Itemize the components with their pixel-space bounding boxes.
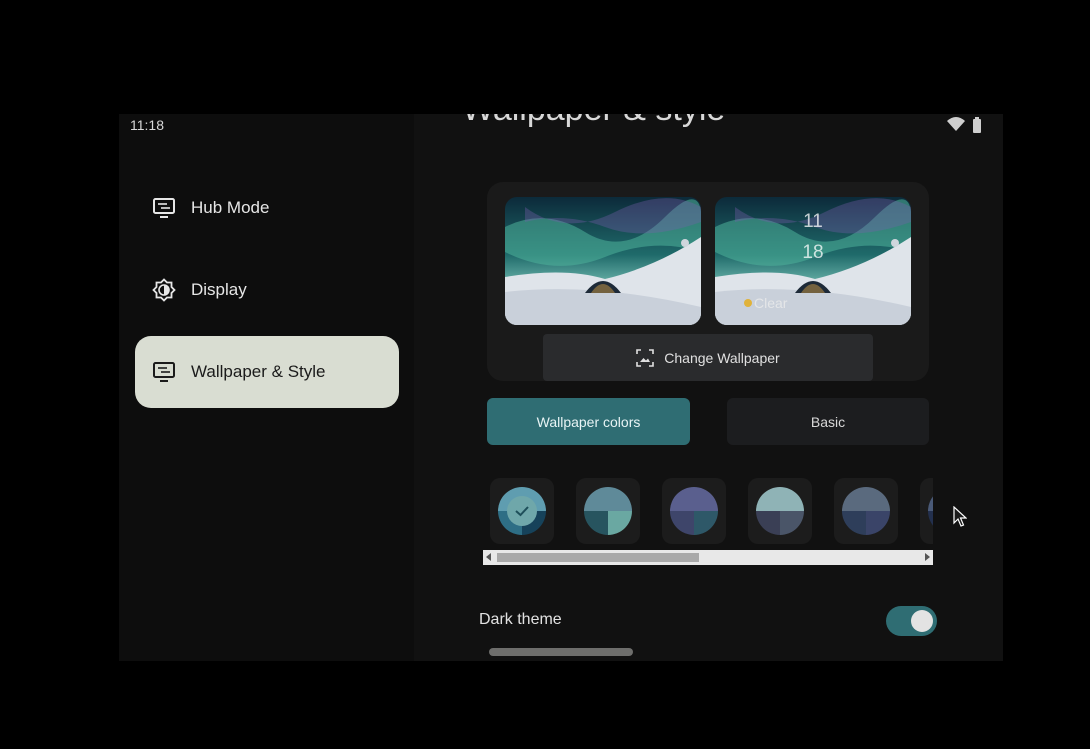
- color-option[interactable]: [834, 478, 898, 544]
- sidebar-item-wallpaper-style[interactable]: Wallpaper & Style: [135, 336, 399, 408]
- lock-screen-preview[interactable]: 11 18 Clear: [715, 197, 911, 325]
- color-swatch-icon: [928, 496, 933, 526]
- brightness-icon: [152, 278, 176, 302]
- color-option[interactable]: [748, 478, 812, 544]
- sidebar-item-label: Hub Mode: [191, 198, 270, 217]
- lock-clock-minute: 18: [802, 242, 824, 263]
- color-option[interactable]: [490, 478, 554, 544]
- color-option[interactable]: [662, 478, 726, 544]
- scrollbar-thumb[interactable]: [497, 553, 699, 562]
- dark-theme-label: Dark theme: [479, 611, 562, 628]
- wallpaper-preview-card: 11 18 Clear Change Wallpaper: [487, 182, 929, 381]
- sun-icon: [744, 299, 752, 307]
- scroll-right-icon[interactable]: [925, 553, 930, 561]
- aurora-wallpaper-image: [505, 197, 701, 325]
- color-swatch-icon: [670, 487, 718, 535]
- mouse-cursor-icon: [953, 506, 967, 527]
- lock-clock-hour: 11: [803, 211, 823, 232]
- device-screen: 11:18 Hub Mode Display Wallpaper & Style…: [119, 114, 1003, 661]
- toggle-knob: [911, 610, 933, 632]
- wifi-icon: [947, 117, 965, 131]
- change-wallpaper-label: Change Wallpaper: [664, 349, 780, 366]
- color-swatch-icon: [842, 487, 890, 535]
- tab-wallpaper-colors[interactable]: Wallpaper colors: [487, 398, 690, 445]
- weather-text: Clear: [754, 295, 788, 311]
- color-swatch-icon: [584, 487, 632, 535]
- wallpaper-icon: [153, 362, 175, 382]
- page-scroll-indicator: [489, 648, 633, 656]
- battery-icon: [973, 119, 981, 133]
- image-frame-icon: [636, 348, 655, 367]
- color-swatch-icon: [756, 487, 804, 535]
- change-wallpaper-button[interactable]: Change Wallpaper: [543, 334, 873, 381]
- color-options-scrollbar[interactable]: [483, 550, 933, 565]
- dark-theme-toggle[interactable]: [886, 606, 937, 636]
- tab-basic[interactable]: Basic: [727, 398, 929, 445]
- sidebar-item-hub-mode[interactable]: Hub Mode: [135, 172, 399, 244]
- settings-main: Wallpaper & style: [414, 114, 1003, 661]
- color-option[interactable]: [576, 478, 640, 544]
- settings-sidebar: 11:18 Hub Mode Display Wallpaper & Style: [119, 114, 414, 661]
- status-icons: [947, 117, 981, 133]
- weather-chip: Clear: [744, 295, 787, 311]
- color-swatch-icon: [498, 487, 546, 535]
- color-option[interactable]: [920, 478, 933, 544]
- sidebar-item-label: Wallpaper & Style: [191, 362, 326, 381]
- color-options-list: [487, 478, 933, 544]
- sidebar-item-display[interactable]: Display: [135, 254, 399, 326]
- hub-mode-icon: [153, 198, 175, 218]
- sidebar-item-label: Display: [191, 280, 247, 299]
- home-screen-preview[interactable]: [505, 197, 701, 325]
- page-title: Wallpaper & style: [462, 114, 725, 129]
- scroll-left-icon[interactable]: [486, 553, 491, 561]
- status-time: 11:18: [130, 117, 164, 133]
